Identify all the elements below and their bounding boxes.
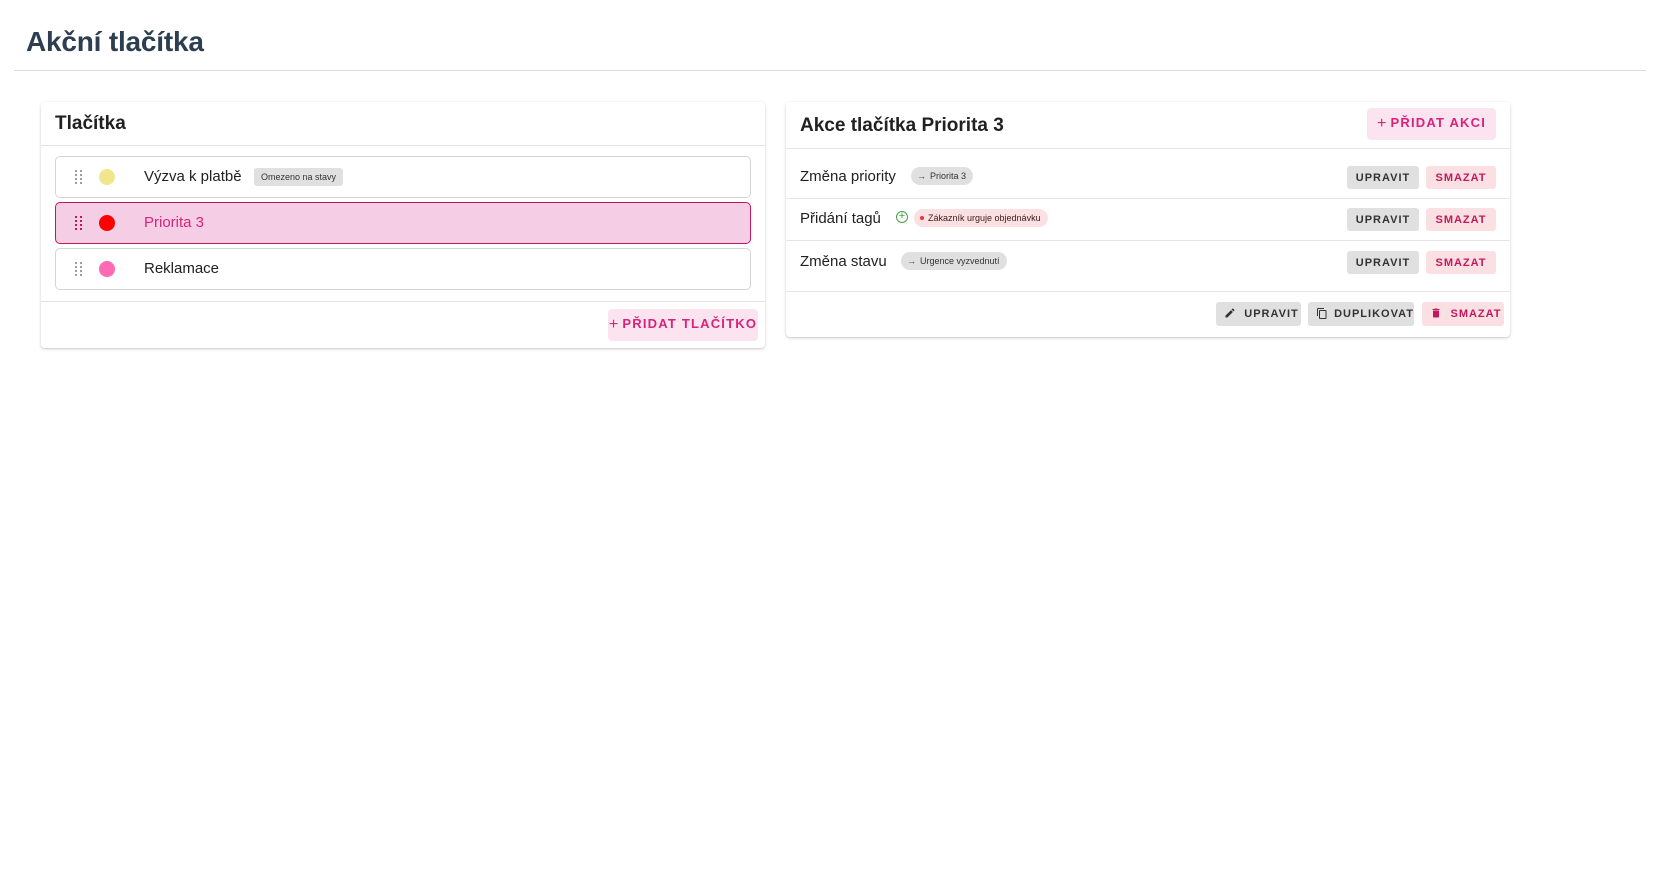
- add-button-button[interactable]: + PŘIDAT TLAČÍTKO: [608, 309, 758, 341]
- edit-button-button[interactable]: UPRAVIT: [1216, 302, 1301, 326]
- button-item-label: Priorita 3: [144, 214, 205, 231]
- pencil-icon: [1225, 308, 1235, 318]
- delete-action-button[interactable]: SMAZAT: [1426, 166, 1496, 189]
- delete-action-button[interactable]: SMAZAT: [1426, 251, 1496, 274]
- actions-card-title: Akce tlačítka Priorita 3: [800, 115, 1004, 136]
- status-pill: → Urgence vyzvednutí: [901, 252, 1007, 270]
- delete-button-button[interactable]: SMAZAT: [1422, 302, 1504, 326]
- trash-icon: [1432, 308, 1440, 318]
- divider: [41, 301, 765, 302]
- drag-handle-icon[interactable]: [75, 216, 87, 230]
- priority-pill: → Priorita 3: [911, 167, 974, 185]
- add-action-button[interactable]: + PŘIDAT AKCI: [1367, 108, 1496, 140]
- arrow-right-icon: →: [907, 256, 916, 266]
- button-item-vyzva[interactable]: Výzva k platbě Omezeno na stavy: [55, 156, 751, 198]
- arrow-right-icon: →: [917, 171, 926, 181]
- page-title: Akční tlačítka: [26, 26, 204, 57]
- duplicate-button-button[interactable]: DUPLIKOVAT: [1308, 302, 1414, 326]
- action-name: Změna stavu: [800, 253, 887, 270]
- divider: [41, 145, 765, 146]
- divider: [786, 291, 1510, 292]
- page-header: Akční tlačítka: [14, 0, 1646, 71]
- copy-icon: [1317, 308, 1327, 319]
- button-item-reklamace[interactable]: Reklamace: [55, 248, 751, 290]
- add-tag-icon: +: [896, 211, 908, 223]
- divider: [786, 148, 1510, 149]
- color-dot: [99, 215, 115, 231]
- button-item-priorita-3[interactable]: Priorita 3: [55, 202, 751, 244]
- plus-icon: +: [1376, 115, 1388, 132]
- restricted-chip: Omezeno na stavy: [254, 168, 344, 186]
- delete-action-button[interactable]: SMAZAT: [1426, 208, 1496, 231]
- plus-icon: +: [608, 316, 620, 333]
- drag-handle-icon[interactable]: [75, 170, 87, 184]
- buttons-card: Tlačítka Výzva k platbě Omezeno na stavy…: [41, 102, 765, 348]
- actions-card: Akce tlačítka Priorita 3 + PŘIDAT AKCI Zm…: [786, 102, 1510, 337]
- action-name: Přidání tagů: [800, 210, 881, 227]
- button-item-label: Výzva k platbě: [144, 168, 242, 185]
- button-item-label: Reklamace: [144, 260, 220, 277]
- drag-handle-icon[interactable]: [75, 262, 87, 276]
- color-dot: [99, 169, 115, 185]
- action-row-status: Změna stavu → Urgence vyzvednutí UPRAVIT …: [786, 241, 1510, 283]
- edit-action-button[interactable]: UPRAVIT: [1347, 166, 1419, 189]
- action-row-priority: Změna priority → Priorita 3 UPRAVIT SMAZA…: [786, 156, 1510, 198]
- buttons-card-title: Tlačítka: [55, 113, 126, 134]
- edit-action-button[interactable]: UPRAVIT: [1347, 251, 1419, 274]
- action-name: Změna priority: [800, 168, 896, 185]
- edit-action-button[interactable]: UPRAVIT: [1347, 208, 1419, 231]
- action-row-tags: Přidání tagů + Zákazník urguje objednávk…: [786, 198, 1510, 240]
- tag-dot-icon: [920, 216, 924, 220]
- tag-pill: Zákazník urguje objednávku: [914, 209, 1048, 227]
- color-dot: [99, 261, 115, 277]
